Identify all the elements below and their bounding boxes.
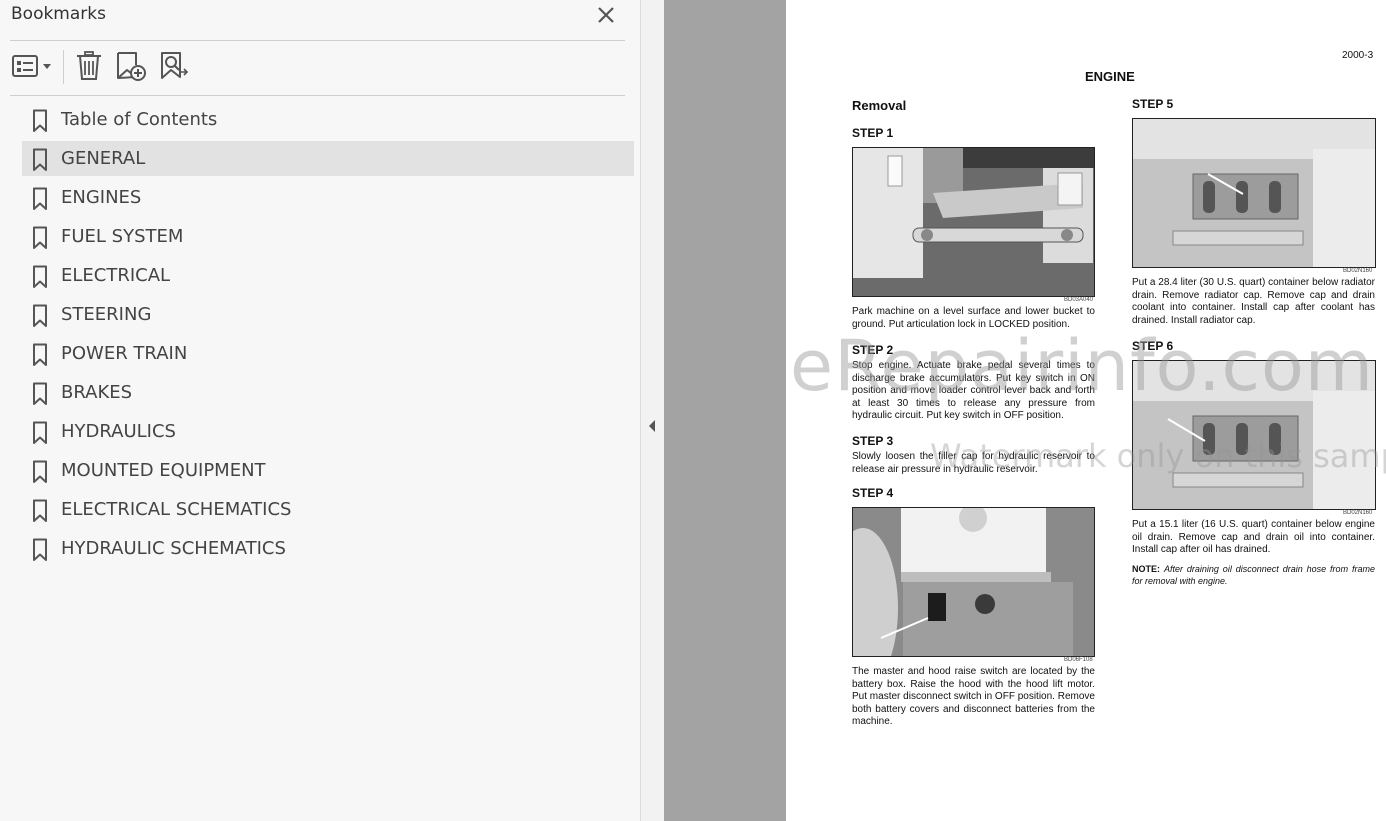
bookmark-item[interactable]: HYDRAULIC SCHEMATICS: [22, 531, 634, 566]
bookmark-item[interactable]: POWER TRAIN: [22, 336, 634, 371]
bookmark-icon: [33, 460, 47, 483]
bookmark-item[interactable]: GENERAL: [22, 141, 634, 176]
step-text: The master and hood raise switch are loc…: [852, 666, 1095, 727]
engine-oil-drain-photo: [1133, 361, 1375, 509]
step-text: Put a 28.4 liter (30 U.S. quart) contain…: [1132, 277, 1375, 326]
document-background: [664, 0, 786, 821]
step-label: STEP 2: [852, 343, 894, 357]
options-menu-button[interactable]: [11, 50, 53, 82]
new-bookmark-icon: [117, 52, 146, 81]
bookmark-label: HYDRAULIC SCHEMATICS: [61, 538, 286, 559]
toolbar-separator: [63, 50, 64, 84]
bookmark-item[interactable]: MOUNTED EQUIPMENT: [22, 453, 634, 488]
bookmark-icon: [33, 109, 47, 132]
bookmark-item[interactable]: STEERING: [22, 297, 634, 332]
delete-bookmark-icon: [77, 51, 101, 80]
divider: [10, 95, 625, 96]
section-subtitle: Removal: [852, 98, 907, 113]
delete-bookmark-button[interactable]: [74, 50, 104, 82]
bookmark-label: STEERING: [61, 304, 152, 325]
collapse-arrow-icon: [649, 420, 655, 432]
step-4-photo: [852, 507, 1095, 657]
bookmark-item[interactable]: HYDRAULICS: [22, 414, 634, 449]
step-label: STEP 4: [852, 486, 894, 500]
find-bookmark-button[interactable]: [157, 50, 191, 82]
bookmark-icon: [33, 538, 47, 561]
radiator-drain-photo: [1133, 119, 1375, 267]
bookmark-icon: [33, 226, 47, 249]
figure-id: BD06F108: [1064, 657, 1093, 663]
bookmarks-panel: Bookmarks Table of Contents GENERAL ENGI…: [0, 0, 641, 821]
figure-id: BD02N160: [1343, 268, 1373, 274]
close-panel-button[interactable]: [595, 4, 617, 26]
battery-box-switch-photo: [853, 508, 1094, 656]
panel-collapse-handle[interactable]: [641, 0, 664, 821]
bookmark-icon: [33, 187, 47, 210]
figure-id: BD02N160: [1343, 510, 1373, 516]
figure-id: BD03A040: [1064, 297, 1094, 303]
bookmark-label: MOUNTED EQUIPMENT: [61, 460, 266, 481]
step-label: STEP 1: [852, 126, 894, 140]
note-text: After draining oil disconnect drain hose…: [1132, 564, 1375, 586]
bookmark-icon: [33, 148, 47, 171]
note: NOTE: After draining oil disconnect drai…: [1132, 563, 1375, 587]
close-icon: [598, 7, 614, 23]
options-menu-icon: [12, 55, 51, 77]
bookmark-label: GENERAL: [61, 148, 146, 169]
bookmark-label: BRAKES: [61, 382, 133, 403]
step-label: STEP 3: [852, 434, 894, 448]
bookmark-item[interactable]: Table of Contents: [22, 102, 634, 137]
bookmark-item[interactable]: BRAKES: [22, 375, 634, 410]
document-page[interactable]: 2000-3 ENGINE Removal STEP 1 BD03A040 Pa…: [786, 0, 1386, 821]
panel-title: Bookmarks: [11, 4, 106, 24]
step-5-photo: [1132, 118, 1376, 268]
bookmark-label: ELECTRICAL: [61, 265, 171, 286]
loader-articulation-photo: [853, 148, 1094, 296]
divider: [10, 40, 625, 41]
step-1-photo: [852, 147, 1095, 297]
note-label: NOTE:: [1132, 564, 1160, 574]
step-6-photo: [1132, 360, 1376, 510]
step-label: STEP 5: [1132, 97, 1174, 111]
bookmark-label: POWER TRAIN: [61, 343, 188, 364]
bookmark-item[interactable]: ELECTRICAL: [22, 258, 634, 293]
bookmark-icon: [33, 265, 47, 288]
bookmark-item[interactable]: FUEL SYSTEM: [22, 219, 634, 254]
bookmark-icon: [33, 304, 47, 327]
step-label: STEP 6: [1132, 339, 1174, 353]
bookmark-item[interactable]: ELECTRICAL SCHEMATICS: [22, 492, 634, 527]
bookmark-icon: [33, 382, 47, 405]
new-bookmark-button[interactable]: [114, 50, 148, 82]
bookmark-label: ENGINES: [61, 187, 142, 208]
bookmark-label: ELECTRICAL SCHEMATICS: [61, 499, 292, 520]
section-title: ENGINE: [1085, 69, 1135, 84]
step-text: Park machine on a level surface and lowe…: [852, 306, 1095, 330]
step-text: Slowly loosen the filler cap for hydraul…: [852, 451, 1095, 475]
step-text: Put a 15.1 liter (16 U.S. quart) contain…: [1132, 519, 1375, 555]
page-number: 2000-3: [1342, 50, 1374, 61]
step-text: Stop engine. Actuate brake pedal several…: [852, 360, 1095, 421]
bookmark-item[interactable]: ENGINES: [22, 180, 634, 215]
find-bookmark-icon: [161, 52, 189, 79]
bookmark-label: FUEL SYSTEM: [61, 226, 184, 247]
bookmark-label: Table of Contents: [61, 109, 218, 130]
bookmark-icon: [33, 421, 47, 444]
bookmark-label: HYDRAULICS: [61, 421, 176, 442]
bookmark-icon: [33, 499, 47, 522]
bookmark-icon: [33, 343, 47, 366]
